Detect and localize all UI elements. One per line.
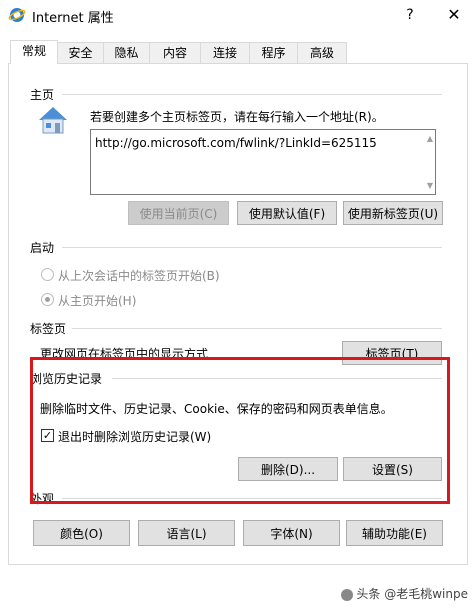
startup-homepage-radio[interactable] xyxy=(41,293,54,306)
tab-connections[interactable]: 连接 xyxy=(200,42,250,63)
scroll-down-icon[interactable]: ▼ xyxy=(427,181,433,190)
tabs-settings-button[interactable]: 标签页(T) xyxy=(342,341,442,365)
tab-general[interactable]: 常规 xyxy=(10,40,58,64)
startup-section-label: 启动 xyxy=(30,239,59,256)
tab-security[interactable]: 安全 xyxy=(57,42,104,63)
fonts-button[interactable]: 字体(N) xyxy=(243,520,340,546)
tab-content[interactable]: 内容 xyxy=(149,42,201,63)
startup-last-session-label: 从上次会话中的标签页开始(B) xyxy=(58,269,220,283)
radio-selected-dot xyxy=(45,297,50,302)
tabs-section-label: 标签页 xyxy=(30,320,71,337)
history-divider xyxy=(112,378,442,379)
home-page-icon xyxy=(39,107,67,134)
startup-divider xyxy=(62,247,442,248)
tab-privacy[interactable]: 隐私 xyxy=(103,42,150,63)
delete-history-on-exit-label: 退出时删除浏览历史记录(W) xyxy=(58,430,212,444)
colors-button[interactable]: 颜色(O) xyxy=(33,520,130,546)
homepage-url-value: http://go.microsoft.com/fwlink/?LinkId=6… xyxy=(95,136,377,150)
languages-button[interactable]: 语言(L) xyxy=(138,520,235,546)
use-new-tab-button[interactable]: 使用新标签页(U) xyxy=(343,201,443,225)
watermark-logo-icon xyxy=(341,588,354,601)
tab-bar: 常规 安全 隐私 内容 连接 程序 高级 xyxy=(0,40,476,64)
appearance-divider xyxy=(62,498,442,499)
tab-advanced[interactable]: 高级 xyxy=(297,42,347,63)
use-current-button[interactable]: 使用当前页(C) xyxy=(128,201,229,225)
appearance-section-label: 外观 xyxy=(30,490,59,507)
history-settings-button[interactable]: 设置(S) xyxy=(343,457,442,481)
tabs-description: 更改网页在标签页中的显示方式 xyxy=(40,347,209,361)
startup-homepage-label: 从主页开始(H) xyxy=(58,294,137,308)
homepage-url-textarea[interactable]: http://go.microsoft.com/fwlink/?LinkId=6… xyxy=(90,129,436,195)
window-title: Internet 属性 xyxy=(32,11,114,26)
watermark: 头条 @老毛桃winpe xyxy=(341,585,468,602)
tabs-divider xyxy=(72,328,442,329)
use-default-button[interactable]: 使用默认值(F) xyxy=(237,201,337,225)
scroll-up-icon[interactable]: ▲ xyxy=(427,134,433,143)
homepage-divider xyxy=(62,94,442,95)
history-description: 删除临时文件、历史记录、Cookie、保存的密码和网页表单信息。 xyxy=(40,402,393,416)
tab-programs[interactable]: 程序 xyxy=(249,42,298,63)
help-button[interactable]: ? xyxy=(400,4,420,26)
homepage-section-label: 主页 xyxy=(30,86,59,103)
history-section-label: 浏览历史记录 xyxy=(30,370,107,387)
close-button[interactable]: ✕ xyxy=(442,4,466,26)
homepage-instruction: 若要创建多个主页标签页，请在每行输入一个地址(R)。 xyxy=(90,110,384,124)
watermark-text: 头条 @老毛桃winpe xyxy=(356,587,468,601)
title-bar: Internet 属性 ? ✕ xyxy=(0,0,476,30)
delete-history-on-exit-checkbox[interactable]: ✓ xyxy=(41,429,54,442)
startup-last-session-radio[interactable] xyxy=(41,268,54,281)
accessibility-button[interactable]: 辅助功能(E) xyxy=(346,520,443,546)
internet-explorer-icon xyxy=(8,8,26,22)
delete-history-button[interactable]: 删除(D)... xyxy=(238,457,338,481)
